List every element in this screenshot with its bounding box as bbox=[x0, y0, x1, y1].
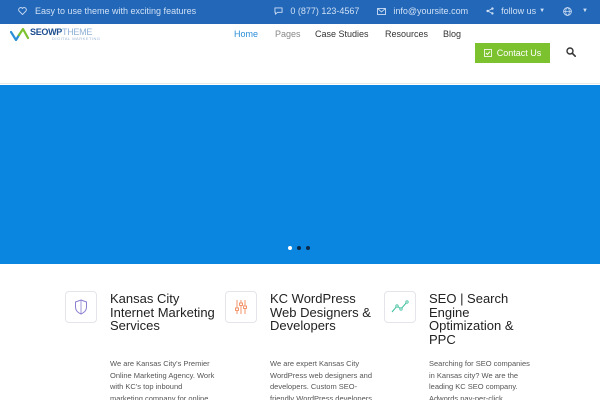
phone-link[interactable]: 0 (877) 123-4567 bbox=[274, 6, 359, 16]
sliders-icon bbox=[235, 300, 247, 314]
email-text: info@yoursite.com bbox=[393, 6, 469, 16]
slider-dot[interactable] bbox=[288, 246, 292, 250]
share-icon bbox=[486, 7, 494, 15]
globe-icon bbox=[563, 6, 572, 16]
nav-home[interactable]: Home bbox=[234, 29, 258, 39]
shield-icon bbox=[75, 299, 87, 315]
language-dropdown[interactable]: ▼ bbox=[563, 6, 588, 16]
search-icon[interactable] bbox=[566, 47, 576, 57]
chevron-down-icon: ▼ bbox=[582, 8, 588, 14]
top-bar: Easy to use theme with exciting features… bbox=[0, 0, 600, 24]
chat-icon bbox=[274, 7, 283, 15]
nav-pages[interactable]: Pages bbox=[275, 29, 301, 39]
feature-icon-box bbox=[225, 291, 257, 323]
feature-text: Searching for SEO companies in Kansas ci… bbox=[429, 359, 530, 400]
top-bar-contacts: 0 (877) 123-4567 info@yoursite.com follo… bbox=[256, 6, 588, 16]
chevron-down-icon: ▼ bbox=[539, 8, 546, 14]
heart-icon bbox=[18, 7, 27, 15]
logo-mark-icon bbox=[10, 27, 30, 41]
nav-case-studies[interactable]: Case Studies bbox=[315, 29, 369, 39]
phone-text: 0 (877) 123-4567 bbox=[290, 6, 360, 16]
email-link[interactable]: info@yoursite.com bbox=[377, 6, 468, 16]
nav-blog[interactable]: Blog bbox=[443, 29, 461, 39]
follow-us-text: follow us bbox=[501, 6, 537, 16]
feature-text: We are Kansas City's Premier Online Mark… bbox=[110, 359, 215, 400]
feature-text: We are expert Kansas City WordPress web … bbox=[270, 359, 372, 400]
feature-icon-box bbox=[384, 291, 416, 323]
feature-title: SEO | Search Engine Optimization & PPC bbox=[429, 291, 514, 347]
feature-icon-box bbox=[65, 291, 97, 323]
hero-slider bbox=[0, 85, 600, 264]
mail-icon bbox=[377, 7, 387, 15]
contact-us-button[interactable]: Contact Us bbox=[475, 43, 550, 63]
slider-dot[interactable] bbox=[297, 246, 301, 250]
site-logo[interactable]: SEOWPTHEME DIGITAL MARKETING bbox=[10, 27, 101, 41]
slider-dot[interactable] bbox=[306, 246, 310, 250]
tagline-text: Easy to use theme with exciting features bbox=[35, 6, 197, 16]
contact-us-label: Contact Us bbox=[496, 48, 542, 58]
line-chart-icon bbox=[391, 300, 409, 313]
follow-us-dropdown[interactable]: follow us ▼ bbox=[486, 6, 545, 16]
feature-title: Kansas City Internet Marketing Services bbox=[110, 291, 215, 333]
tagline-group: Easy to use theme with exciting features bbox=[18, 6, 196, 16]
logo-subtitle: DIGITAL MARKETING bbox=[52, 36, 101, 41]
checkbox-icon bbox=[483, 49, 492, 57]
feature-title: KC WordPress Web Designers & Developers bbox=[270, 291, 371, 333]
nav-resources[interactable]: Resources bbox=[385, 29, 428, 39]
slider-pagination bbox=[288, 246, 315, 250]
site-header: SEOWPTHEME DIGITAL MARKETING Home Pages … bbox=[0, 24, 600, 84]
